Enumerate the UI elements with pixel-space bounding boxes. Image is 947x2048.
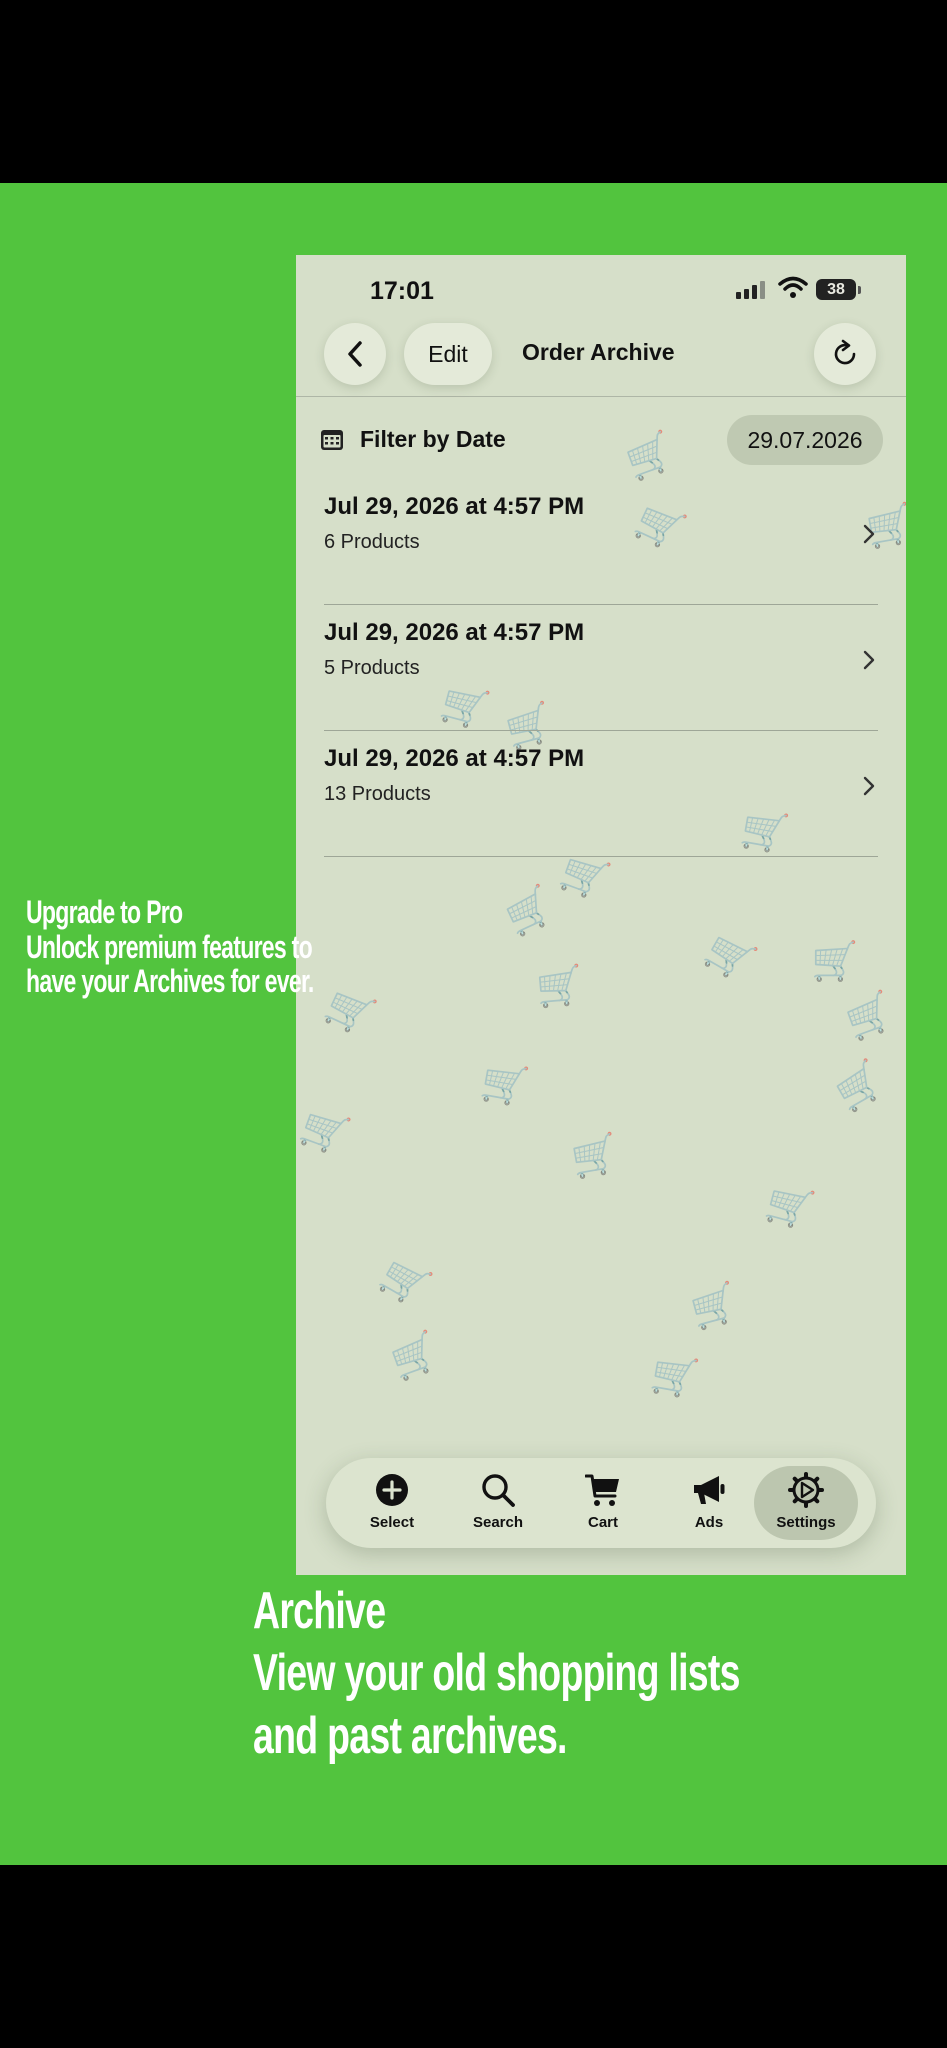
battery-indicator: 38 xyxy=(816,279,856,300)
tab-cart[interactable]: Cart xyxy=(551,1466,655,1540)
order-product-count: 5 Products xyxy=(324,657,420,679)
tab-label: Cart xyxy=(587,1514,618,1531)
tab-label: Select xyxy=(369,1514,415,1531)
status-time: 17:01 xyxy=(370,277,434,305)
cart-pattern-icon: 🛒 xyxy=(811,941,859,983)
list-item[interactable]: Jul 29, 2026 at 4:57 PM 6 Products xyxy=(324,479,878,605)
cart-pattern-icon: 🛒 xyxy=(647,1352,702,1402)
tab-ads[interactable]: Ads xyxy=(657,1466,761,1540)
order-date: Jul 29, 2026 at 4:57 PM xyxy=(324,619,585,646)
cart-pattern-icon: 🛒 xyxy=(477,1060,532,1110)
cart-pattern-icon: 🛒 xyxy=(373,1251,436,1313)
cart-pattern-icon: 🛒 xyxy=(296,1104,355,1160)
archive-promo-text: Archive View your old shopping lists and… xyxy=(253,1580,740,1767)
order-list: Jul 29, 2026 at 4:57 PM 6 Products Jul 2… xyxy=(324,479,878,857)
tab-select[interactable]: Select xyxy=(340,1466,444,1540)
cellular-signal-icon xyxy=(736,281,765,299)
edit-button[interactable]: Edit xyxy=(404,323,492,385)
tab-settings[interactable]: Settings xyxy=(754,1466,858,1540)
calendar-icon xyxy=(321,430,343,450)
promo-line: Unlock premium features to xyxy=(26,928,313,965)
order-product-count: 13 Products xyxy=(324,783,431,805)
filter-by-date-row: Filter by Date 29.07.2026 xyxy=(296,413,906,469)
tab-label: Ads xyxy=(694,1514,724,1531)
order-date: Jul 29, 2026 at 4:57 PM xyxy=(324,493,585,520)
tab-label: Search xyxy=(472,1514,524,1531)
cart-pattern-icon: 🛒 xyxy=(319,982,380,1042)
chevron-right-icon xyxy=(863,776,875,796)
cart-pattern-icon: 🛒 xyxy=(385,1329,445,1385)
refresh-button[interactable] xyxy=(814,323,876,385)
refresh-icon xyxy=(834,339,856,365)
promo-line: Upgrade to Pro xyxy=(26,894,183,930)
chevron-left-icon xyxy=(348,341,362,367)
filter-label: Filter by Date xyxy=(360,426,506,452)
plus-circle-icon xyxy=(376,1474,408,1506)
page-title: Order Archive xyxy=(522,339,675,365)
megaphone-icon xyxy=(694,1476,725,1504)
upgrade-promo-text: Upgrade to Pro Unlock premium features t… xyxy=(26,895,314,999)
promo-line: Archive xyxy=(253,1582,386,1640)
magnifier-icon xyxy=(482,1474,515,1507)
cart-pattern-icon: 🛒 xyxy=(828,1056,891,1118)
promo-line: View your old shopping lists xyxy=(253,1644,740,1703)
order-date: Jul 29, 2026 at 4:57 PM xyxy=(324,745,585,772)
tab-bar: Select Search Cart Ads Settings xyxy=(326,1458,876,1548)
order-product-count: 6 Products xyxy=(324,531,420,553)
cart-icon xyxy=(585,1474,619,1506)
promo-line: have your Archives for ever. xyxy=(26,963,314,1000)
promo-line: and past archives. xyxy=(253,1706,567,1765)
gear-icon xyxy=(788,1472,824,1508)
cart-pattern-icon: 🛒 xyxy=(567,1132,622,1182)
cart-pattern-icon: 🛒 xyxy=(686,1280,743,1334)
chevron-right-icon xyxy=(863,524,875,544)
phone-screen: 🛒 🛒 🛒 🛒 🛒 🛒 🛒 🛒 🛒 🛒 🛒 🛒 🛒 🛒 🛒 🛒 🛒 🛒 🛒 🛒 … xyxy=(296,255,906,1575)
wifi-icon xyxy=(778,276,808,298)
cart-pattern-icon: 🛒 xyxy=(499,882,560,942)
cart-pattern-icon: 🛒 xyxy=(534,964,586,1010)
navigation-bar: Edit Order Archive xyxy=(296,315,906,397)
date-picker[interactable]: 29.07.2026 xyxy=(727,415,883,465)
cart-pattern-icon: 🛒 xyxy=(698,926,761,988)
cart-pattern-icon: 🛒 xyxy=(840,989,900,1045)
back-button[interactable] xyxy=(324,323,386,385)
tab-label: Settings xyxy=(776,1514,836,1531)
chevron-right-icon xyxy=(863,650,875,670)
cart-pattern-icon: 🛒 xyxy=(761,1180,818,1234)
battery-tip xyxy=(858,286,861,294)
list-item[interactable]: Jul 29, 2026 at 4:57 PM 5 Products xyxy=(324,605,878,731)
tab-search[interactable]: Search xyxy=(446,1466,550,1540)
list-item[interactable]: Jul 29, 2026 at 4:57 PM 13 Products xyxy=(324,731,878,857)
